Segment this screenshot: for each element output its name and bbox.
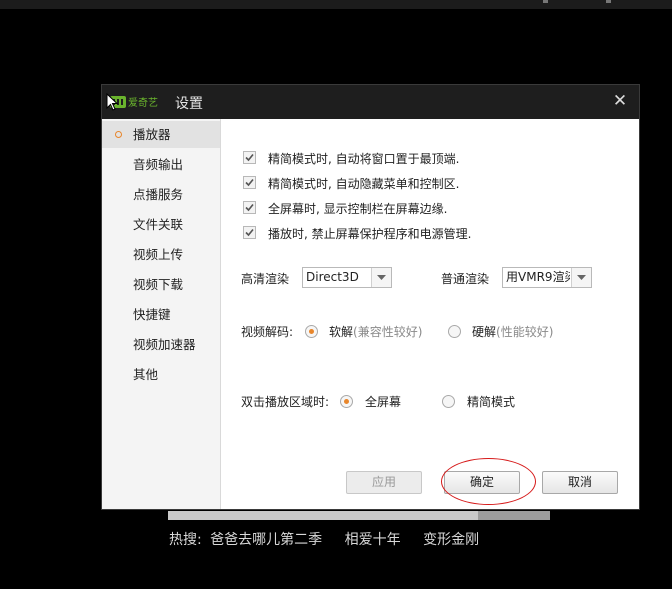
hd-render-label: 高清渲染 — [241, 272, 290, 286]
sidebar-item-label: 视频上传 — [133, 247, 184, 262]
radio-hardware-decode[interactable] — [448, 325, 461, 338]
sidebar-item-label: 视频加速器 — [133, 337, 196, 352]
checkmark-icon — [245, 153, 254, 162]
software-decode-hint: (兼容性较好) — [353, 325, 423, 339]
top-bar-indicator — [606, 0, 611, 3]
sidebar-item-label: 快捷键 — [133, 307, 171, 322]
hardware-decode-text: 硬解 — [472, 325, 497, 339]
hot-search-bar: 热搜: 爸爸去哪儿第二季 相爱十年 变形金刚 — [169, 529, 479, 549]
sidebar-item-file-association[interactable]: 文件关联 — [102, 211, 220, 238]
hd-render-select[interactable]: Direct3D — [302, 267, 392, 288]
horizontal-scrollbar[interactable] — [168, 511, 550, 520]
checkbox-label: 精简模式时, 自动将窗口置于最顶端. — [268, 152, 460, 166]
checkbox[interactable] — [243, 151, 256, 164]
double-click-label: 双击播放区域时: — [241, 395, 330, 409]
sidebar-item-label: 文件关联 — [133, 217, 184, 232]
sidebar-item-other[interactable]: 其他 — [102, 361, 220, 388]
checkbox[interactable] — [243, 201, 256, 214]
sidebar-item-label: 其他 — [133, 367, 159, 382]
chevron-down-icon[interactable] — [371, 268, 391, 287]
brand-text: 爱奇艺 — [128, 96, 158, 109]
sidebar-item-label: 视频下载 — [133, 277, 184, 292]
sidebar-item-player[interactable]: 播放器 — [102, 121, 220, 148]
sidebar-item-video-upload[interactable]: 视频上传 — [102, 241, 220, 268]
hot-search-prefix: 热搜: — [169, 532, 202, 548]
apply-button[interactable]: 应用 — [346, 471, 422, 494]
checkbox-label: 播放时, 禁止屏幕保护程序和电源管理. — [268, 227, 472, 241]
sidebar-item-label: 音频输出 — [133, 157, 184, 172]
checkmark-icon — [245, 228, 254, 237]
chevron-down-icon[interactable] — [571, 268, 591, 287]
hot-search-item[interactable]: 变形金刚 — [423, 529, 479, 549]
settings-sidebar: 播放器 音频输出 点播服务 文件关联 视频上传 视频下载 快捷键 视频加速器 其… — [102, 119, 221, 509]
player-top-bar — [0, 0, 672, 9]
checkbox[interactable] — [243, 226, 256, 239]
hot-search-item[interactable]: 爸爸去哪儿第二季 — [210, 529, 322, 549]
software-decode-label: 软解(兼容性较好) — [329, 324, 422, 340]
radio-fullscreen[interactable] — [340, 395, 353, 408]
normal-render-select[interactable]: 用VMR9渲染 — [502, 267, 592, 288]
dialog-titlebar[interactable]: 爱奇艺 设置 ✕ — [102, 85, 639, 119]
normal-render-label: 普通渲染 — [441, 272, 490, 286]
dialog-title: 设置 — [175, 96, 203, 112]
hardware-decode-label: 硬解(性能较好) — [472, 324, 553, 340]
sidebar-item-video-accelerator[interactable]: 视频加速器 — [102, 331, 220, 358]
hd-render-value: Direct3D — [306, 270, 359, 284]
checkmark-icon — [245, 178, 254, 187]
highlight-annotation — [441, 458, 536, 505]
compact-mode-label: 精简模式 — [467, 395, 516, 409]
sidebar-item-audio-output[interactable]: 音频输出 — [102, 151, 220, 178]
top-bar-indicator — [543, 0, 548, 3]
settings-content: 精简模式时, 自动将窗口置于最顶端. 精简模式时, 自动隐藏菜单和控制区. 全屏… — [221, 119, 639, 509]
hot-search-item[interactable]: 相爱十年 — [345, 529, 401, 549]
cancel-button[interactable]: 取消 — [542, 471, 618, 494]
fullscreen-label: 全屏幕 — [365, 395, 402, 409]
scrollbar-thumb[interactable] — [478, 511, 550, 520]
cursor-icon — [106, 93, 118, 111]
sidebar-item-label: 点播服务 — [133, 187, 184, 202]
sidebar-item-video-download[interactable]: 视频下载 — [102, 271, 220, 298]
sidebar-item-shortcuts[interactable]: 快捷键 — [102, 301, 220, 328]
hardware-decode-hint: (性能较好) — [496, 325, 554, 339]
checkbox-label: 精简模式时, 自动隐藏菜单和控制区. — [268, 177, 460, 191]
close-icon[interactable]: ✕ — [611, 91, 629, 111]
radio-compact-mode[interactable] — [442, 395, 455, 408]
radio-software-decode[interactable] — [305, 325, 318, 338]
checkmark-icon — [245, 203, 254, 212]
active-bullet-icon — [115, 131, 122, 138]
decode-label: 视频解码: — [241, 325, 294, 339]
software-decode-text: 软解 — [329, 325, 354, 339]
checkbox[interactable] — [243, 176, 256, 189]
checkbox-label: 全屏幕时, 显示控制栏在屏幕边缘. — [268, 202, 448, 216]
settings-dialog: 爱奇艺 设置 ✕ 播放器 音频输出 点播服务 文件关联 视频上传 视频下载 快捷… — [101, 84, 640, 510]
sidebar-item-label: 播放器 — [133, 127, 171, 142]
sidebar-item-vod-service[interactable]: 点播服务 — [102, 181, 220, 208]
normal-render-value: 用VMR9渲染 — [506, 270, 570, 284]
